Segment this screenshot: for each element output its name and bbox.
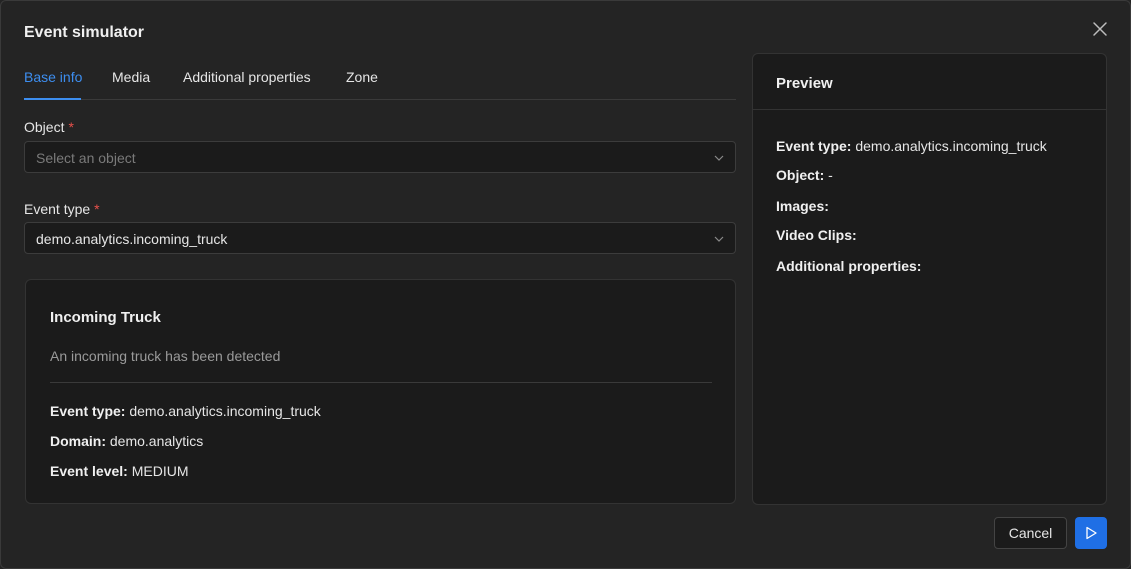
preview-row: Video Clips: [776, 227, 857, 243]
preview-key: Additional properties: [776, 258, 922, 274]
preview-key: Event type: [776, 138, 852, 154]
preview-row: Event type: demo.analytics.incoming_truc… [776, 138, 1047, 154]
tab-bar: Base info Media Additional properties Zo… [24, 61, 736, 100]
preview-panel: Preview Event type: demo.analytics.incom… [752, 53, 1107, 505]
event-type-select[interactable]: demo.analytics.incoming_truck [24, 222, 736, 254]
event-info-row: Event type: demo.analytics.incoming_truc… [50, 403, 321, 419]
preview-key: Object: [776, 167, 825, 183]
play-icon [1086, 526, 1097, 540]
chevron-down-icon [714, 155, 724, 161]
preview-row: Object: - [776, 167, 833, 183]
preview-value: - [828, 167, 833, 183]
preview-key: Video Clips: [776, 227, 857, 243]
active-tab-indicator [24, 98, 81, 100]
event-info-key: Event level: [50, 463, 128, 479]
object-label-text: Object [24, 119, 65, 135]
preview-header: Preview [753, 54, 1106, 110]
object-field-label: Object * [24, 119, 74, 135]
event-info-card: Incoming Truck An incoming truck has bee… [25, 279, 736, 504]
run-simulation-button[interactable] [1075, 517, 1107, 549]
tab-media[interactable]: Media [112, 69, 150, 85]
event-type-label-text: Event type [24, 201, 91, 217]
preview-value: demo.analytics.incoming_truck [855, 138, 1047, 154]
close-icon [1093, 22, 1107, 36]
event-info-title: Incoming Truck [50, 309, 161, 326]
tab-base-info[interactable]: Base info [24, 69, 82, 85]
event-info-key: Event type: [50, 403, 126, 419]
chevron-down-icon [714, 236, 724, 242]
event-type-select-value: demo.analytics.incoming_truck [36, 231, 228, 247]
preview-key: Images: [776, 198, 829, 214]
preview-row: Additional properties: [776, 258, 921, 274]
event-info-description: An incoming truck has been detected [50, 348, 281, 364]
tab-zone[interactable]: Zone [346, 69, 378, 85]
event-info-value: demo.analytics [109, 433, 204, 449]
event-info-value: demo.analytics.incoming_truck [129, 403, 321, 419]
dialog-title: Event simulator [24, 24, 145, 41]
required-mark: * [68, 119, 74, 135]
object-select-placeholder: Select an object [36, 150, 136, 166]
event-info-row: Event level: MEDIUM [50, 463, 189, 479]
tab-additional-properties[interactable]: Additional properties [183, 69, 311, 85]
cancel-button[interactable]: Cancel [994, 517, 1067, 549]
event-info-key: Domain: [50, 433, 106, 449]
preview-row: Images: [776, 198, 829, 214]
event-type-field-label: Event type * [24, 201, 100, 217]
preview-title: Preview [776, 75, 833, 92]
divider [50, 382, 712, 383]
required-mark: * [94, 201, 100, 217]
close-button[interactable] [1090, 19, 1110, 39]
event-simulator-dialog: Event simulator Base info Media Addition… [0, 0, 1131, 569]
object-select[interactable]: Select an object [24, 141, 736, 173]
event-info-row: Domain: demo.analytics [50, 433, 203, 449]
event-info-value: MEDIUM [131, 463, 189, 479]
